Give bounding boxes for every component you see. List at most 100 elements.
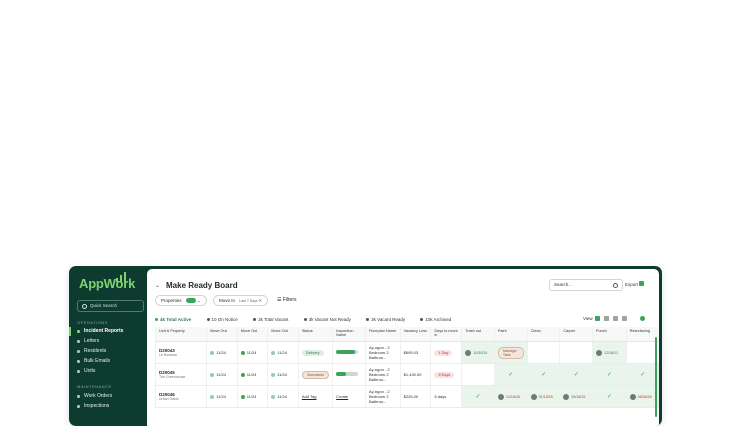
move-out-cell[interactable]: 11/24 bbox=[206, 363, 238, 386]
unit-cell[interactable]: D20046 Urban Oasis bbox=[154, 385, 207, 408]
trash-out-cell[interactable]: ✓ bbox=[461, 385, 495, 408]
punch-cell[interactable]: 12/16/21 bbox=[592, 341, 627, 364]
search-icon bbox=[82, 304, 87, 309]
task-date: 12/16/26 bbox=[505, 394, 520, 399]
move-out-date: 11/24 bbox=[277, 350, 287, 355]
inspection-cell[interactable] bbox=[332, 363, 366, 386]
days-cell[interactable]: 8 Days bbox=[430, 363, 462, 386]
sidebar-item-letters[interactable]: Letters bbox=[77, 337, 99, 346]
column-header[interactable]: Move Out bbox=[236, 327, 268, 342]
active-indicator bbox=[69, 327, 71, 336]
export-button[interactable]: Export bbox=[625, 282, 638, 287]
column-header[interactable]: Floorplan Name bbox=[365, 327, 401, 342]
unit-cell[interactable]: D20045 The Greenhouse bbox=[154, 363, 207, 386]
stat-vacant-not-ready[interactable]: 3k Vacant Not Ready bbox=[303, 317, 351, 322]
move-out-cell[interactable]: 11/24 bbox=[267, 341, 299, 364]
filters-button[interactable]: ☰ Filters bbox=[277, 297, 297, 303]
trash-out-cell[interactable] bbox=[461, 363, 495, 386]
stat-vacant-ready[interactable]: 3k Vacant Ready bbox=[366, 317, 405, 322]
sidebar-item-inspections[interactable]: Inspections bbox=[77, 402, 109, 411]
vacancy-loss-cell[interactable]: $1,440.00 bbox=[399, 363, 431, 386]
floorplan-cell[interactable]: Ay-ngon - 2 Bedroom 2 Bathroo... bbox=[365, 341, 401, 364]
move-out-cell[interactable]: 11/24 bbox=[267, 363, 299, 386]
stat-total-active[interactable]: 4k Total Active bbox=[155, 317, 191, 322]
calendar-view-icon[interactable] bbox=[604, 316, 609, 321]
column-header[interactable]: Trash out bbox=[461, 327, 495, 342]
status-badge: Add Tag bbox=[301, 394, 317, 399]
floorplan-cell[interactable]: Ay-ngon - 2 Bedroom 2 Bathroo... bbox=[365, 385, 401, 408]
carpet-cell[interactable]: 05/18/25 bbox=[559, 385, 593, 408]
table-row[interactable]: D20045 The Greenhouse 11/24 11/24 11/24 Stand… bbox=[154, 363, 659, 386]
trash-out-cell[interactable]: 10/30/24 bbox=[461, 341, 495, 364]
export-icon[interactable] bbox=[639, 281, 644, 286]
carpet-cell[interactable]: ✓ bbox=[559, 363, 593, 386]
floorplan-cell[interactable]: Ay-ngon - 2 Bedroom 2 Bathroo... bbox=[365, 363, 401, 386]
paint-cell[interactable]: ✓ bbox=[493, 363, 528, 386]
vacancy-loss-cell[interactable]: $695.03 bbox=[399, 341, 431, 364]
move-out-date: 11/24 bbox=[216, 394, 226, 399]
days-cell[interactable]: 6 days bbox=[430, 385, 462, 408]
vacancy-loss-cell[interactable]: $225.00 bbox=[399, 385, 431, 408]
column-header[interactable]: Inspection Name bbox=[332, 327, 366, 342]
clean-cell[interactable]: ✓ bbox=[526, 363, 560, 386]
move-out-cell[interactable]: 11/24 bbox=[206, 385, 238, 408]
column-header[interactable]: Move Out bbox=[267, 327, 299, 342]
stat-total-vacant[interactable]: 3k Total Vacant bbox=[253, 317, 288, 322]
carpet-cell[interactable] bbox=[559, 341, 593, 364]
column-header[interactable]: Move Out bbox=[206, 327, 238, 342]
status-cell[interactable]: Delivery bbox=[297, 341, 333, 364]
column-header[interactable]: Paint bbox=[493, 327, 528, 342]
punch-cell[interactable]: ✓ bbox=[592, 385, 627, 408]
table-row[interactable]: D20046 Urban Oasis 11/24 11/24 11/24 Add Tag C… bbox=[154, 385, 659, 408]
status-cell[interactable]: Add Tag bbox=[297, 385, 333, 408]
move-out-cell[interactable]: 11/24 bbox=[236, 385, 268, 408]
paint-cell[interactable]: 12/16/26 bbox=[493, 385, 528, 408]
sidebar-item-bulk-emails[interactable]: Bulk Emails bbox=[77, 357, 110, 366]
settings-icon[interactable] bbox=[640, 316, 645, 321]
punch-cell[interactable]: ✓ bbox=[592, 363, 627, 386]
column-header[interactable]: Vacancy Loss bbox=[399, 327, 431, 342]
column-header[interactable]: Unit & Property bbox=[154, 327, 207, 342]
sidebar-item-units[interactable]: Units bbox=[77, 367, 95, 376]
status-cell[interactable]: Standards bbox=[297, 363, 333, 386]
properties-filter[interactable]: Properties ⌄ bbox=[155, 295, 207, 306]
move-out-cell[interactable]: 11/24 bbox=[236, 341, 268, 364]
column-header[interactable]: Carpet bbox=[559, 327, 593, 342]
close-icon[interactable]: × bbox=[259, 298, 262, 303]
move-out-date: 11/24 bbox=[246, 394, 257, 399]
inspection-cell[interactable] bbox=[332, 341, 366, 364]
clean-cell[interactable]: 01/18/25 bbox=[526, 385, 560, 408]
chevron-down-icon[interactable]: ⌄ bbox=[155, 282, 160, 289]
column-header[interactable]: Days to move in bbox=[430, 327, 462, 342]
search-input[interactable]: Search... bbox=[549, 279, 623, 291]
column-header[interactable]: Clean bbox=[526, 327, 560, 342]
stat-archived[interactable]: 10k Archived bbox=[420, 317, 451, 322]
move-out-cell[interactable]: 11/24 bbox=[206, 341, 238, 364]
inspection-cell[interactable]: Create bbox=[332, 385, 366, 408]
units-icon bbox=[77, 370, 80, 373]
column-header[interactable]: Status bbox=[297, 327, 333, 342]
vacancy-loss-value: $225.00 bbox=[403, 394, 419, 399]
sidebar-item-incident-reports[interactable]: Incident Reports bbox=[77, 327, 123, 336]
task-date: 10/30/24 bbox=[473, 350, 488, 355]
view-label: View bbox=[583, 316, 593, 321]
clean-cell[interactable] bbox=[526, 341, 560, 364]
table-row[interactable]: D20043 Le Bordeau 11/24 11/24 11/24 Delivery A… bbox=[154, 341, 659, 364]
sidebar-item-residents[interactable]: Residents bbox=[77, 347, 106, 356]
list-view-icon[interactable] bbox=[613, 316, 618, 321]
move-in-filter[interactable]: Move In Last 7 Days × bbox=[213, 295, 268, 306]
grid-view-icon[interactable] bbox=[595, 316, 600, 321]
move-out-cell[interactable]: 11/24 bbox=[267, 385, 299, 408]
scrollbar[interactable] bbox=[655, 337, 657, 417]
sidebar-item-work-orders[interactable]: Work Orders bbox=[77, 392, 112, 401]
unit-cell[interactable]: D20043 Le Bordeau bbox=[154, 341, 207, 364]
quick-search-input[interactable]: Quick Search bbox=[77, 300, 144, 312]
stat-on-notice[interactable]: 10 On Notice bbox=[206, 317, 238, 322]
days-cell[interactable]: 1 Day bbox=[430, 341, 462, 364]
column-header[interactable]: Punch bbox=[592, 327, 627, 342]
board-view-icon[interactable] bbox=[622, 316, 627, 321]
sidebar-item-label: Inspections bbox=[84, 403, 110, 409]
paint-cell[interactable]: Manage Task bbox=[493, 341, 528, 364]
email-icon bbox=[77, 360, 80, 363]
move-out-cell[interactable]: 11/24 bbox=[236, 363, 268, 386]
